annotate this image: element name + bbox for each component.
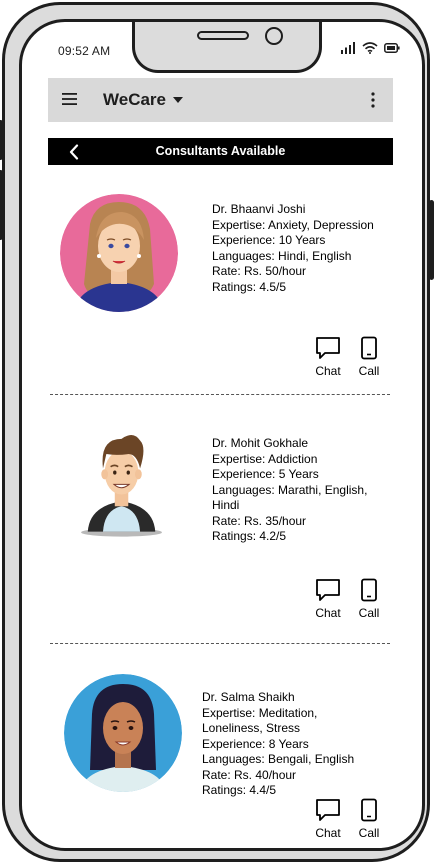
- consultant-info: Dr. Bhaanvi Joshi Expertise: Anxiety, De…: [212, 202, 374, 295]
- phone-frame: 09:52 AM WeCare Consultants Available Dr…: [0, 2, 434, 862]
- chevron-left-icon[interactable]: [68, 144, 80, 160]
- power-button: [429, 200, 434, 280]
- chat-icon: [316, 337, 340, 359]
- volume-button: [0, 120, 3, 160]
- signal-icon: [341, 42, 355, 54]
- consultant-rate: Rate: Rs. 35/hour: [212, 513, 307, 528]
- consultant-name: Dr. Mohit Gokhale: [212, 436, 309, 450]
- chat-label: Chat: [315, 364, 341, 378]
- wifi-icon: [362, 42, 378, 54]
- battery-icon: [384, 43, 400, 53]
- consultant-languages: Hindi: [212, 498, 240, 512]
- consultant-expertise: Expertise: Anxiety, Depression: [212, 217, 374, 232]
- consultant-rate: Rate: Rs. 50/hour: [212, 264, 307, 278]
- consultant-info: Dr. Salma Shaikh Expertise: Meditation, …: [202, 690, 354, 799]
- call-button[interactable]: Call: [349, 578, 389, 620]
- consultant-expertise: Loneliness, Stress: [202, 721, 301, 735]
- consultant-rate: Rate: Rs. 40/hour: [202, 767, 297, 782]
- consultant-info: Dr. Mohit Gokhale Expertise: Addiction E…: [212, 436, 367, 545]
- status-time: 09:52 AM: [58, 44, 111, 58]
- phone-screen: 09:52 AM WeCare Consultants Available Dr…: [19, 19, 425, 851]
- consultant-name: Dr. Bhaanvi Joshi: [212, 202, 306, 216]
- avatar: [60, 194, 178, 312]
- consultant-experience: Experience: 5 Years: [212, 467, 319, 481]
- chat-icon: [316, 799, 340, 821]
- consultant-experience: Experience: 8 Years: [202, 736, 309, 751]
- chat-label: Chat: [315, 606, 341, 620]
- avatar: [64, 674, 182, 792]
- chat-icon: [316, 579, 340, 601]
- phone-icon: [361, 798, 377, 822]
- consultant-ratings: Ratings: 4.5/5: [212, 279, 287, 294]
- section-title: Consultants Available: [155, 144, 286, 158]
- call-label: Call: [358, 826, 380, 840]
- camera-icon: [265, 27, 283, 45]
- section-header: Consultants Available: [48, 138, 393, 165]
- speaker-icon: [197, 31, 249, 40]
- caret-down-icon[interactable]: [173, 97, 183, 103]
- consultant-languages: Languages: Hindi, English: [212, 248, 352, 263]
- divider: [50, 394, 390, 395]
- chat-label: Chat: [315, 826, 341, 840]
- app-title[interactable]: WeCare: [103, 90, 166, 110]
- consultant-ratings: Ratings: 4.2/5: [212, 529, 287, 543]
- consultant-experience: Experience: 10 Years: [212, 233, 326, 247]
- call-button[interactable]: Call: [349, 798, 389, 840]
- consultant-languages: Languages: Marathi, English,: [212, 482, 368, 497]
- call-label: Call: [358, 364, 380, 378]
- phone-icon: [361, 578, 377, 602]
- consultant-ratings: Ratings: 4.4/5: [202, 783, 277, 797]
- consultant-expertise: Expertise: Meditation,: [202, 705, 318, 720]
- consultant-name: Dr. Salma Shaikh: [202, 690, 295, 704]
- consultant-expertise: Expertise: Addiction: [212, 451, 318, 466]
- phone-icon: [361, 336, 377, 360]
- call-button[interactable]: Call: [349, 336, 389, 378]
- call-label: Call: [358, 606, 380, 620]
- avatar: [81, 435, 162, 537]
- consultant-languages: Languages: Bengali, English: [202, 752, 355, 766]
- divider: [50, 643, 390, 644]
- status-icons: [341, 42, 400, 54]
- app-bar: WeCare: [48, 78, 393, 122]
- chat-button[interactable]: Chat: [308, 578, 348, 620]
- phone-notch: [132, 22, 322, 73]
- hamburger-menu-icon[interactable]: [62, 92, 78, 106]
- more-vertical-icon[interactable]: [371, 92, 375, 108]
- volume-button: [0, 170, 3, 240]
- chat-button[interactable]: Chat: [308, 336, 348, 378]
- chat-button[interactable]: Chat: [308, 798, 348, 840]
